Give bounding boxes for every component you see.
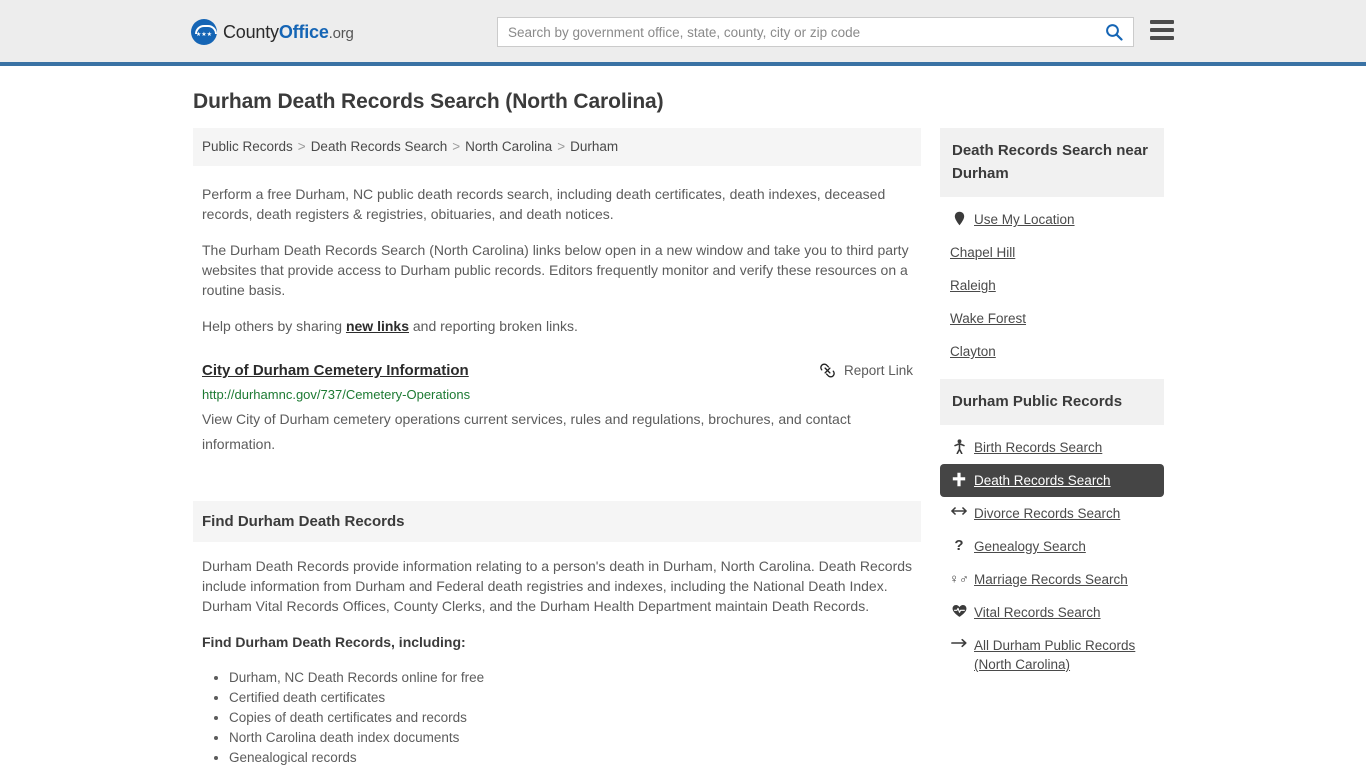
list-item: North Carolina death index documents [229,728,913,748]
sidebar-item-label: Genealogy Search [974,539,1086,554]
sidebar-item-label: Death Records Search [974,473,1111,488]
breadcrumb: Public Records > Death Records Search > Nort… [193,128,921,166]
heart-pulse-icon [950,604,968,618]
result-item: City of Durham Cemetery Information Repo… [193,352,921,457]
eagle-shield-icon [191,19,217,45]
result-url[interactable]: http://durhamnc.gov/737/Cemetery-Operati… [202,385,913,405]
sidebar-item-label: Birth Records Search [974,440,1103,455]
page-body: Durham Death Records Search (North Carol… [0,66,1366,768]
logo-text-office: Office [278,21,329,42]
durham-public-records-list: Birth Records Search Death Records Searc… [940,425,1164,681]
sidebar-item-marriage-records-search[interactable]: ♀♂ Marriage Records Search [940,563,1164,596]
list-item: Durham, NC Death Records online for free [229,668,913,688]
left-right-arrow-icon [950,505,968,517]
sidebar-item-birth-records-search[interactable]: Birth Records Search [940,431,1164,464]
search-bar[interactable] [497,17,1134,47]
report-link-button[interactable]: Report Link [819,362,913,379]
logo-wordmark: CountyOffice.org [223,22,354,43]
durham-public-records-heading: Durham Public Records [940,379,1164,425]
intro-paragraph-3: Help others by sharing new links and rep… [193,316,921,336]
search-button[interactable] [1101,18,1133,46]
share-text-after: and reporting broken links. [409,318,578,334]
broken-link-icon [819,362,836,379]
plus-cross-icon [950,472,968,487]
sidebar-item-label: Raleigh [950,278,996,293]
main-content: Public Records > Death Records Search > Nort… [193,128,921,768]
breadcrumb-item-north-carolina[interactable]: North Carolina [465,139,552,154]
sidebar-item-raleigh[interactable]: Raleigh [940,269,1164,302]
sidebar-item-use-my-location[interactable]: Use My Location [940,203,1164,236]
sidebar: Death Records Search near Durham Use My … [940,128,1164,692]
sidebar-item-label: Clayton [950,344,996,359]
sidebar-item-divorce-records-search[interactable]: Divorce Records Search [940,497,1164,530]
search-icon [1106,24,1123,41]
find-records-list-heading: Find Durham Death Records, including: [202,634,466,650]
hamburger-bar [1150,20,1174,24]
breadcrumb-separator: > [557,139,566,154]
list-item: Copies of death certificates and records [229,708,913,728]
near-durham-box: Death Records Search near Durham Use My … [940,128,1164,368]
sidebar-item-label: Use My Location [974,212,1075,227]
list-item: Certified death certificates [229,688,913,708]
baby-icon [950,439,968,454]
near-durham-list: Use My Location Chapel Hill Raleigh Wake… [940,197,1164,368]
durham-public-records-box: Durham Public Records Birth Records Sear… [940,379,1164,681]
logo-text-county: County [223,21,279,42]
result-description: View City of Durham cemetery operations … [202,411,851,452]
sidebar-item-chapel-hill[interactable]: Chapel Hill [940,236,1164,269]
find-records-paragraph: Durham Death Records provide information… [202,558,913,614]
logo-text-org: .org [328,24,354,42]
sidebar-item-genealogy-search[interactable]: ? Genealogy Search [940,530,1164,563]
find-records-bullet-list: Durham, NC Death Records online for free… [202,668,913,768]
find-records-section-body: Durham Death Records provide information… [193,542,921,768]
intro-paragraph-1: Perform a free Durham, NC public death r… [202,186,886,222]
share-text-before: Help others by sharing [202,318,346,334]
breadcrumb-item-death-records-search[interactable]: Death Records Search [311,139,448,154]
hamburger-bar [1150,28,1174,32]
site-logo[interactable]: CountyOffice.org [191,19,354,45]
site-header: CountyOffice.org [0,0,1366,66]
sidebar-item-vital-records-search[interactable]: Vital Records Search [940,596,1164,629]
hamburger-menu-icon[interactable] [1150,20,1174,40]
breadcrumb-separator: > [297,139,306,154]
near-durham-heading: Death Records Search near Durham [940,128,1164,197]
sidebar-item-label: Divorce Records Search [974,506,1121,521]
sidebar-item-label: Marriage Records Search [974,572,1128,587]
sidebar-item-clayton[interactable]: Clayton [940,335,1164,368]
sidebar-item-label: Chapel Hill [950,245,1016,260]
sidebar-item-wake-forest[interactable]: Wake Forest [940,302,1164,335]
breadcrumb-item-durham: Durham [570,139,619,154]
question-mark-icon: ? [954,537,964,554]
list-item: Genealogical records [229,748,913,768]
gender-symbols-icon: ♀♂ [949,571,969,586]
sidebar-item-all-durham-public-records[interactable]: All Durham Public Records (North Carolin… [940,629,1164,681]
sidebar-item-label: All Durham Public Records (North Carolin… [974,638,1136,672]
breadcrumb-separator: > [452,139,461,154]
sidebar-item-label: Wake Forest [950,311,1027,326]
find-records-section-heading: Find Durham Death Records [193,501,921,542]
map-pin-icon [950,211,968,226]
hamburger-bar [1150,36,1174,40]
result-title-link[interactable]: City of Durham Cemetery Information [202,360,469,382]
new-links-link[interactable]: new links [346,318,409,334]
search-input[interactable] [498,18,1101,46]
breadcrumb-item-public-records[interactable]: Public Records [202,139,293,154]
intro-paragraph-2: The Durham Death Records Search (North C… [202,242,909,298]
sidebar-item-label: Vital Records Search [974,605,1101,620]
report-link-label: Report Link [843,363,913,378]
page-title: Durham Death Records Search (North Carol… [193,90,664,113]
arrow-right-icon [950,637,968,649]
sidebar-item-death-records-search[interactable]: Death Records Search [940,464,1164,497]
